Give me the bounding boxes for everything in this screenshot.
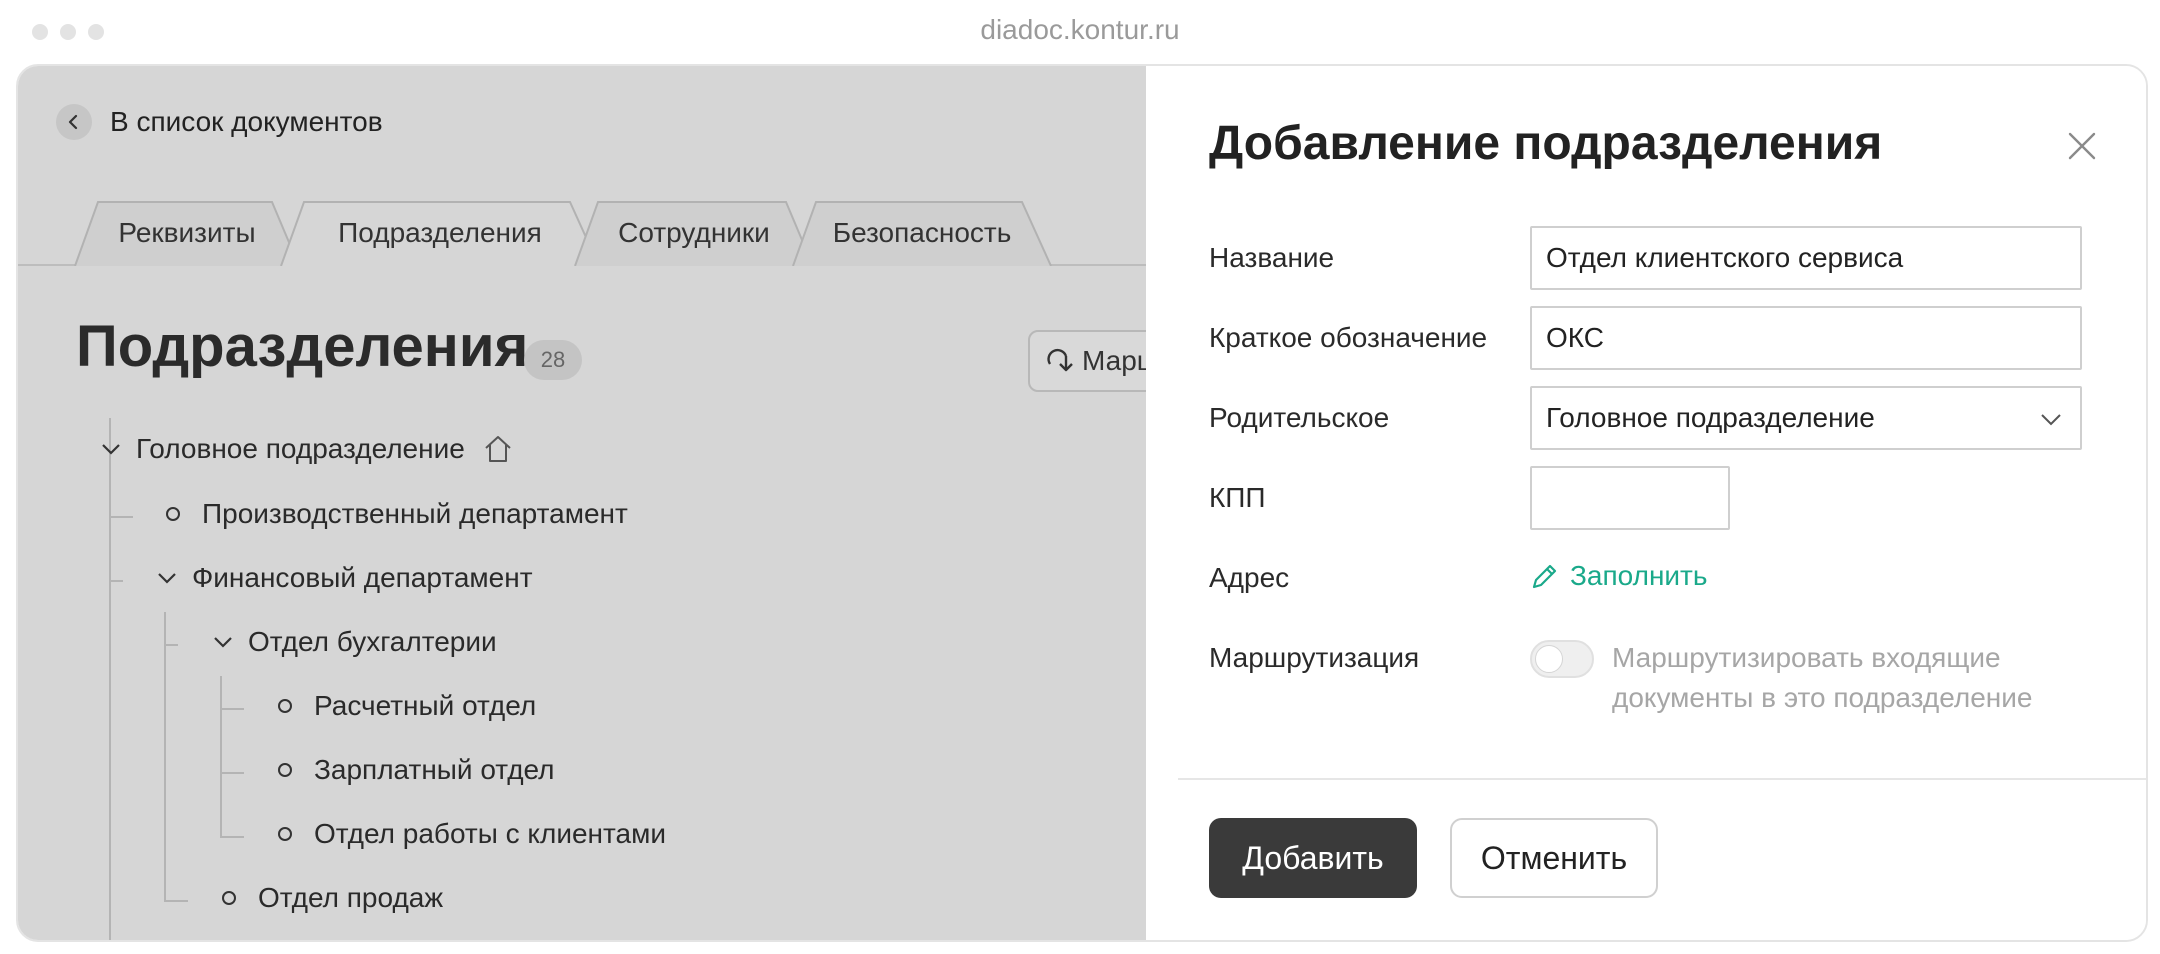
chevron-down-icon[interactable] (156, 567, 178, 589)
tree-guide-line (164, 900, 188, 902)
chevron-down-icon (2041, 414, 2061, 426)
tree-guide-line (220, 836, 244, 838)
routing-label: Маршрутизация (1209, 642, 1420, 673)
back-link[interactable]: В список документов (56, 102, 383, 142)
tree-guide-line (220, 772, 244, 774)
back-link-label: В список документов (110, 106, 383, 137)
add-subdivision-panel: Добавление подразделения Название Отдел … (1146, 66, 2146, 940)
tree-item-client-work[interactable]: Отдел работы с клиентами (278, 818, 666, 850)
kpp-field[interactable] (1530, 466, 1730, 530)
fill-address-label: Заполнить (1570, 560, 1708, 591)
tree-guide-line (164, 644, 178, 646)
chevron-down-icon[interactable] (100, 438, 122, 460)
tree-guide-line (220, 676, 222, 838)
tab-requisites[interactable]: Реквизиты (74, 200, 300, 266)
parent-label: Родительское (1209, 402, 1390, 433)
app-window: В список документов Реквизиты Подразделе… (16, 64, 2148, 942)
close-icon[interactable] (2064, 128, 2100, 164)
leaf-node-icon (278, 699, 292, 713)
routing-toggle-text: Маршрутизировать входящие документы в эт… (1612, 642, 2033, 713)
home-icon (485, 436, 511, 462)
address-label: Адрес (1209, 562, 1290, 593)
leaf-node-icon (278, 827, 292, 841)
routing-toggle[interactable] (1530, 640, 1594, 678)
tree-guide-line (109, 516, 133, 518)
tree-item-payroll[interactable]: Зарплатный отдел (278, 754, 555, 786)
dialog-title: Добавление подразделения (1209, 117, 1883, 170)
tree-guide-line (109, 418, 111, 940)
routing-button-label: Марш (1082, 345, 1146, 376)
tree-item-accounting[interactable]: Отдел бухгалтерии (212, 626, 497, 658)
tab-subdivisions[interactable]: Подразделения (280, 200, 600, 266)
parent-select-value: Головное подразделение (1546, 402, 1875, 433)
parent-select[interactable]: Головное подразделение (1530, 386, 2082, 450)
tree-item-finance[interactable]: Финансовый департамент (156, 562, 533, 594)
cancel-button[interactable]: Отменить (1450, 818, 1658, 898)
pencil-icon (1532, 564, 1557, 589)
add-button[interactable]: Добавить (1209, 818, 1417, 898)
chevron-left-icon (56, 104, 92, 140)
leaf-node-icon (278, 763, 292, 777)
subdivisions-count-badge: 28 (524, 340, 582, 380)
tree-guide-line (220, 708, 244, 710)
tab-security[interactable]: Безопасность (792, 200, 1052, 266)
page-title: Подразделения (76, 314, 529, 379)
tree-guide-line (109, 580, 123, 582)
fill-address-link[interactable]: Заполнить (1530, 560, 1707, 592)
tree-item-sales[interactable]: Отдел продаж (222, 882, 443, 914)
short-name-field[interactable]: ОКС (1530, 306, 2082, 370)
tree-item-head[interactable]: Головное подразделение (100, 432, 515, 466)
leaf-node-icon (222, 891, 236, 905)
tree-item-settlement[interactable]: Расчетный отдел (278, 690, 536, 722)
address-bar-url[interactable]: diadoc.kontur.ru (0, 14, 2160, 46)
kpp-label: КПП (1209, 482, 1266, 513)
route-icon (1047, 348, 1073, 372)
routing-button[interactable]: Марш (1028, 330, 1146, 392)
name-label: Название (1209, 242, 1335, 273)
name-field[interactable]: Отдел клиентского сервиса (1530, 226, 2082, 290)
background-page: В список документов Реквизиты Подразделе… (18, 66, 1146, 940)
leaf-node-icon (166, 507, 180, 521)
short-name-label: Краткое обозначение (1209, 322, 1488, 353)
tree-guide-line (164, 612, 166, 902)
chevron-down-icon[interactable] (212, 631, 234, 653)
toggle-knob (1535, 645, 1563, 673)
footer-divider (1178, 778, 2146, 780)
tab-employees[interactable]: Сотрудники (574, 200, 814, 266)
tree-item-production[interactable]: Производственный департамент (166, 498, 628, 530)
